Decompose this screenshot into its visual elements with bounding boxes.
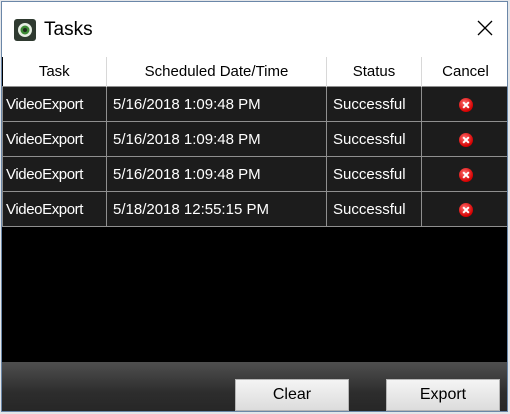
task-cell: VideoExport: [2, 121, 107, 157]
status-cell: Successful: [326, 156, 422, 192]
status-cell: Successful: [326, 191, 422, 227]
close-button[interactable]: [463, 6, 507, 50]
table-row[interactable]: VideoExport 5/16/2018 1:09:48 PM Success…: [2, 156, 507, 192]
table-row[interactable]: VideoExport 5/16/2018 1:09:48 PM Success…: [2, 86, 507, 122]
datetime-cell: 5/16/2018 1:09:48 PM: [106, 121, 327, 157]
tasks-table-area: Task Scheduled Date/Time Status Cancel V…: [2, 57, 507, 362]
cancel-cell: [421, 121, 507, 157]
tasks-window: Tasks Task Scheduled Date/Time Status Ca…: [1, 1, 508, 412]
cancel-cell: [421, 191, 507, 227]
cancel-icon[interactable]: [458, 97, 473, 112]
task-cell: VideoExport: [2, 191, 107, 227]
button-bar: Clear Export: [2, 362, 507, 411]
cancel-icon[interactable]: [458, 132, 473, 147]
datetime-cell: 5/18/2018 12:55:15 PM: [106, 191, 327, 227]
datetime-cell: 5/16/2018 1:09:48 PM: [106, 86, 327, 122]
table-header-row: Task Scheduled Date/Time Status Cancel: [2, 57, 507, 87]
column-header-task[interactable]: Task: [2, 57, 107, 87]
column-header-scheduled[interactable]: Scheduled Date/Time: [106, 57, 327, 87]
tasks-table: Task Scheduled Date/Time Status Cancel V…: [2, 57, 507, 227]
window-title: Tasks: [44, 19, 93, 40]
table-row[interactable]: VideoExport 5/18/2018 12:55:15 PM Succes…: [2, 191, 507, 227]
title-bar: Tasks: [2, 2, 507, 57]
datetime-cell: 5/16/2018 1:09:48 PM: [106, 156, 327, 192]
cancel-icon[interactable]: [458, 167, 473, 182]
task-cell: VideoExport: [2, 156, 107, 192]
export-button[interactable]: Export: [386, 379, 500, 411]
status-cell: Successful: [326, 121, 422, 157]
status-cell: Successful: [326, 86, 422, 122]
column-header-cancel[interactable]: Cancel: [421, 57, 507, 87]
cancel-cell: [421, 86, 507, 122]
cancel-cell: [421, 156, 507, 192]
cancel-icon[interactable]: [458, 202, 473, 217]
app-logo-icon: [14, 19, 36, 41]
close-icon[interactable]: [476, 19, 494, 37]
clear-button[interactable]: Clear: [235, 379, 349, 411]
column-header-status[interactable]: Status: [326, 57, 422, 87]
table-row[interactable]: VideoExport 5/16/2018 1:09:48 PM Success…: [2, 121, 507, 157]
task-cell: VideoExport: [2, 86, 107, 122]
